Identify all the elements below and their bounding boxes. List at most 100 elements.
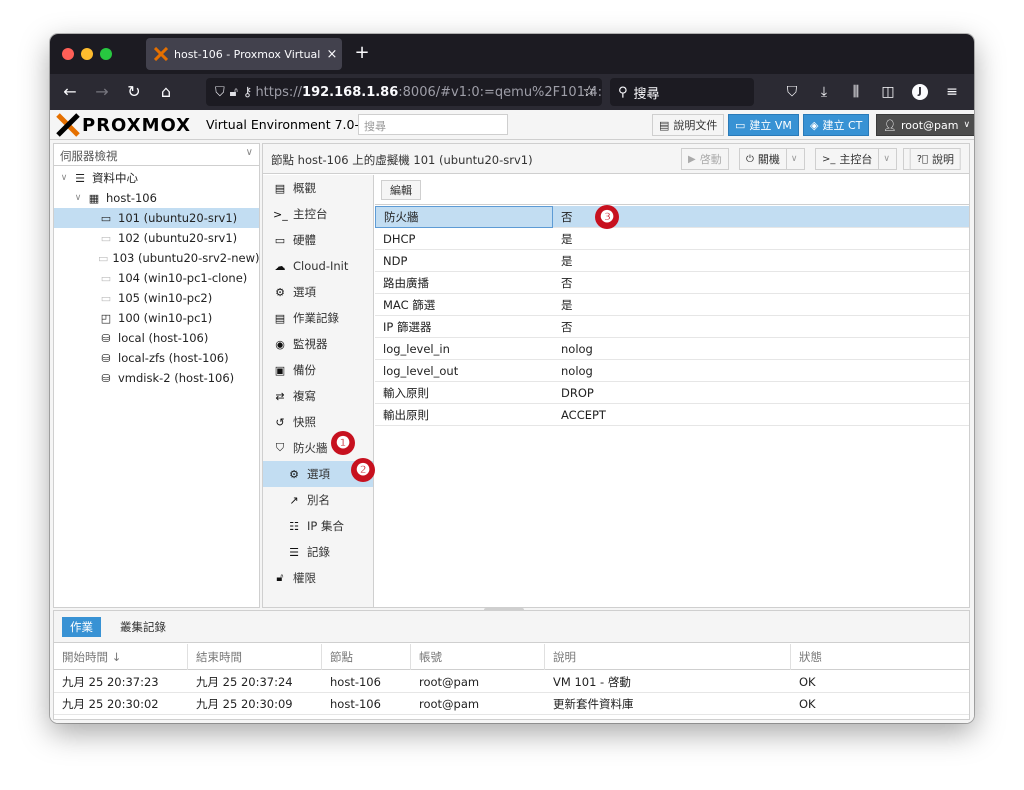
help-button[interactable]: ?⃝ 說明 bbox=[909, 148, 961, 170]
tree-item-vm-102[interactable]: ▭ 102 (ubuntu20-srv1) bbox=[54, 228, 259, 248]
grid-row-log-level-out[interactable]: log_level_out nolog bbox=[375, 360, 969, 382]
log-cell-status: OK bbox=[799, 697, 816, 711]
grid-row-ndp[interactable]: NDP 是 bbox=[375, 250, 969, 272]
shutdown-button[interactable]: ⏻ 關機 ∨ bbox=[739, 148, 805, 170]
profile-avatar[interactable]: J bbox=[912, 84, 928, 100]
col-user[interactable]: 帳號 bbox=[411, 644, 545, 670]
user-icon: 👤︎ bbox=[883, 118, 897, 132]
create-vm-button[interactable]: ▭ 建立 VM bbox=[728, 114, 799, 136]
grid-value: 否 bbox=[561, 209, 573, 224]
forward-arrow-icon[interactable]: → bbox=[90, 80, 114, 104]
table-row[interactable]: 九月 25 20:30:02 九月 25 20:30:09 host-106 r… bbox=[54, 693, 969, 715]
bookmark-star-icon[interactable]: ☆ bbox=[583, 82, 596, 100]
log-cell-end: 九月 25 20:30:09 bbox=[196, 697, 293, 711]
nav-item-firewall-log[interactable]: ☰ 記錄 bbox=[263, 539, 373, 565]
tree-item-vm-101[interactable]: ▭ 101 (ubuntu20-srv1) bbox=[54, 208, 259, 228]
tree-item-vm-104[interactable]: ▭ 104 (win10-pc1-clone) bbox=[54, 268, 259, 288]
menu-icon[interactable]: ≡ bbox=[940, 80, 964, 104]
grid-row-mac-filter[interactable]: MAC 篩選 是 bbox=[375, 294, 969, 316]
nav-item-snapshots[interactable]: ↺ 快照 bbox=[263, 409, 373, 435]
close-window-button[interactable] bbox=[62, 48, 74, 60]
pve-search-input[interactable]: 搜尋 bbox=[358, 114, 508, 135]
reload-icon[interactable]: ↻ bbox=[122, 80, 146, 104]
tab-tasks[interactable]: 作業 bbox=[62, 617, 101, 637]
help-label: 說明 bbox=[932, 153, 954, 166]
minimize-window-button[interactable] bbox=[81, 48, 93, 60]
docs-button[interactable]: ▤ 說明文件 bbox=[652, 114, 725, 136]
nav-label: 快照 bbox=[293, 415, 316, 429]
tree-item-storage-vmdisk-2[interactable]: ⛁ vmdisk-2 (host-106) bbox=[54, 368, 259, 388]
nav-item-firewall[interactable]: ⛉ 防火牆 bbox=[263, 435, 373, 461]
expand-arrow-icon: ∨ bbox=[60, 173, 68, 183]
col-status[interactable]: 狀態 bbox=[791, 644, 969, 670]
nav-item-permissions[interactable]: 🔓︎ 權限 bbox=[263, 565, 373, 591]
nav-item-console[interactable]: >_ 主控台 bbox=[263, 201, 373, 227]
nav-item-monitor[interactable]: ◉ 監視器 bbox=[263, 331, 373, 357]
floppy-icon: ▣ bbox=[274, 363, 286, 377]
tree-item-vm-100[interactable]: ◰ 100 (win10-pc1) bbox=[54, 308, 259, 328]
nav-item-task-history[interactable]: ▤ 作業記錄 bbox=[263, 305, 373, 331]
col-description[interactable]: 說明 bbox=[545, 644, 791, 670]
tree-item-host-106[interactable]: ∨ ▦ host-106 bbox=[54, 188, 259, 208]
grid-row-dhcp[interactable]: DHCP 是 bbox=[375, 228, 969, 250]
grid-row-firewall[interactable]: 防火牆否 bbox=[375, 205, 969, 228]
log-panel: 作業 叢集記錄 開始時間 ↓ 結束時間 節點 帳號 說明 狀態 九月 25 20… bbox=[53, 608, 970, 720]
library-icon[interactable]: ⫼ bbox=[844, 80, 868, 104]
new-tab-button[interactable]: + bbox=[350, 42, 374, 66]
pve-header: PROXMOX Virtual Environment 7.0-11 搜尋 ▤ … bbox=[50, 110, 974, 140]
user-menu-button[interactable]: 👤︎ root@pam ∨ bbox=[876, 114, 974, 136]
grid-row-log-level-in[interactable]: log_level_in nolog bbox=[375, 338, 969, 360]
proxmox-logo: PROXMOX bbox=[56, 113, 191, 137]
version-label: Virtual Environment 7.0-11 bbox=[206, 117, 375, 132]
key-icon: ⚷ bbox=[242, 84, 253, 100]
start-button[interactable]: ▶ 啓動 bbox=[681, 148, 729, 170]
col-node[interactable]: 節點 bbox=[322, 644, 411, 670]
tree-item-storage-local[interactable]: ⛁ local (host-106) bbox=[54, 328, 259, 348]
chevron-down-icon[interactable]: ∨ bbox=[785, 149, 798, 169]
maximize-window-button[interactable] bbox=[100, 48, 112, 60]
browser-tab[interactable]: host-106 - Proxmox Virtual Envi × bbox=[146, 38, 342, 70]
table-row[interactable]: 九月 25 20:37:23 九月 25 20:37:24 host-106 r… bbox=[54, 671, 969, 693]
nav-item-replication[interactable]: ⇄ 複寫 bbox=[263, 383, 373, 409]
create-ct-label: 建立 CT bbox=[822, 119, 863, 132]
home-icon[interactable]: ⌂ bbox=[154, 80, 178, 104]
url-bar[interactable]: ⛉ 🔓︎ ⚷ https:// 192.168.1.86 :8006/#v1:0… bbox=[206, 78, 602, 106]
nav-item-cloud-init[interactable]: ☁ Cloud-Init bbox=[263, 253, 373, 279]
tree-item-vm-105[interactable]: ▭ 105 (win10-pc2) bbox=[54, 288, 259, 308]
chevron-down-icon[interactable]: ∨ bbox=[878, 149, 890, 169]
tree-item-datacenter[interactable]: ∨ ☰ 資料中心 bbox=[54, 168, 259, 188]
monitor-icon: ▭ bbox=[735, 118, 746, 132]
log-tabs: 作業 叢集記錄 bbox=[54, 611, 969, 643]
storage-icon: ⛁ bbox=[101, 351, 111, 365]
nav-item-backup[interactable]: ▣ 備份 bbox=[263, 357, 373, 383]
view-selector[interactable]: 伺服器檢視 ∨ bbox=[54, 144, 259, 166]
grid-row-router-advertisement[interactable]: 路由廣播 否 bbox=[375, 272, 969, 294]
tab-close-icon[interactable]: × bbox=[322, 47, 342, 62]
nav-item-options[interactable]: ⚙ 選項 bbox=[263, 279, 373, 305]
grid-value: 是 bbox=[561, 231, 573, 246]
tree-item-storage-local-zfs[interactable]: ⛁ local-zfs (host-106) bbox=[54, 348, 259, 368]
console-button[interactable]: >_ 主控台 ∨ bbox=[815, 148, 897, 170]
nav-item-firewall-alias[interactable]: ↗ 別名 bbox=[263, 487, 373, 513]
grid-row-ip-filter[interactable]: IP 篩選器 否 bbox=[375, 316, 969, 338]
edit-button[interactable]: 編輯 bbox=[381, 180, 421, 200]
tree-item-vm-103[interactable]: ▭ 103 (ubuntu20-srv2-new) bbox=[54, 248, 260, 268]
create-ct-button[interactable]: ◈ 建立 CT bbox=[803, 114, 870, 136]
grid-row-output-policy[interactable]: 輸出原則 ACCEPT bbox=[375, 404, 969, 426]
vm-stopped-icon: ▭ bbox=[100, 231, 112, 245]
col-start-time[interactable]: 開始時間 ↓ bbox=[54, 644, 188, 670]
log-cell-node: host-106 bbox=[330, 675, 381, 689]
nav-item-firewall-ipset[interactable]: ☷ IP 集合 bbox=[263, 513, 373, 539]
tree-item-label: 103 (ubuntu20-srv2-new) bbox=[112, 251, 260, 265]
grid-row-input-policy[interactable]: 輸入原則 DROP bbox=[375, 382, 969, 404]
col-end-time[interactable]: 結束時間 bbox=[188, 644, 322, 670]
nav-item-hardware[interactable]: ▭ 硬體 bbox=[263, 227, 373, 253]
browser-search-bar[interactable]: ⚲ 搜尋 bbox=[610, 78, 754, 106]
pocket-icon[interactable]: ⛉ bbox=[780, 80, 804, 104]
tab-cluster-log[interactable]: 叢集記錄 bbox=[112, 617, 174, 637]
nav-item-summary[interactable]: ▤ 概觀 bbox=[263, 175, 373, 201]
back-arrow-icon[interactable]: ← bbox=[58, 80, 82, 104]
sidebar-icon[interactable]: ◫ bbox=[876, 80, 900, 104]
download-icon[interactable]: ⤓ bbox=[812, 80, 836, 104]
logo-text: PROXMOX bbox=[82, 114, 192, 136]
